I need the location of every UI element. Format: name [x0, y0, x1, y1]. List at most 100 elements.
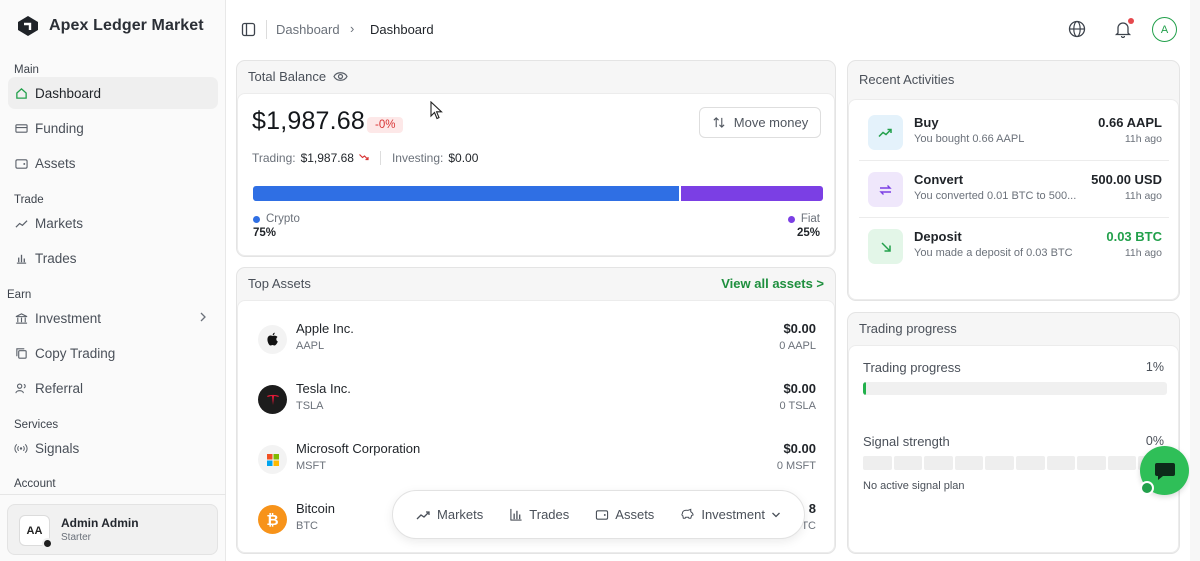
floating-nav-markets[interactable]: Markets — [416, 507, 483, 522]
section-main: Main — [14, 64, 39, 76]
card-header: Total Balance — [248, 69, 348, 84]
chart-icon — [14, 251, 28, 265]
brand-name: Apex Ledger Market — [49, 17, 204, 34]
floating-nav-assets[interactable]: Assets — [595, 507, 654, 522]
asset-value: $0.00 — [783, 321, 816, 336]
legend-dot — [787, 215, 795, 223]
sidebar-item-label: Assets — [35, 155, 76, 171]
trading-progress-label: Trading progress — [863, 360, 961, 375]
balance-body: $1,987.68 -0% Move money Trading: $1,987… — [237, 93, 835, 256]
signal-segment — [1077, 456, 1106, 470]
divider — [859, 160, 1169, 161]
sidebar-item-signals[interactable]: Signals — [8, 432, 218, 464]
sidebar-item-markets[interactable]: Markets — [8, 207, 218, 239]
user-avatar: AA — [19, 515, 53, 549]
allocation-bar — [253, 186, 823, 201]
total-balance-card: Total Balance $1,987.68 -0% Move money T… — [236, 60, 836, 257]
activity-time: 11h ago — [1124, 133, 1162, 145]
signal-segment — [1107, 456, 1137, 470]
sidebar-item-copy-trading[interactable]: Copy Trading — [8, 337, 218, 369]
floating-nav-investment[interactable]: Investment — [680, 507, 781, 522]
balance-breakdown: Trading: $1,987.68 Investing: $0.00 — [252, 151, 478, 165]
user-initials: AA — [26, 524, 43, 537]
legend-crypto-value: 75% — [253, 227, 277, 239]
asset-row[interactable]: Tesla Inc. TSLA $0.00 0 TSLA — [258, 381, 816, 421]
legend-crypto: Crypto 75% — [253, 213, 300, 239]
status-dot-icon — [42, 538, 53, 549]
asset-row[interactable]: Microsoft Corporation MSFT $0.00 0 MSFT — [258, 441, 816, 481]
bell-icon[interactable] — [1112, 18, 1134, 40]
signal-segment — [1046, 456, 1076, 470]
view-all-assets-link[interactable]: View all assets > — [721, 276, 824, 291]
chevron-down-icon — [771, 512, 780, 517]
sidebar-item-assets[interactable]: Assets — [8, 147, 218, 179]
allocation-segment-fiat — [681, 186, 823, 201]
sidebar-item-label: Markets — [35, 215, 84, 231]
breadcrumb-divider — [266, 20, 267, 39]
brand[interactable]: Apex Ledger Market — [17, 15, 204, 37]
legend-fiat-name: Fiat — [800, 213, 820, 225]
piggy-bank-icon — [681, 508, 694, 519]
sidebar-item-label: Referral — [35, 380, 84, 396]
trend-icon — [416, 510, 430, 519]
sidebar-divider — [0, 494, 226, 495]
asset-value: 8 — [808, 501, 816, 516]
chevron-right-icon — [198, 311, 208, 326]
signal-icon — [14, 441, 28, 455]
activity-amount: 500.00 USD — [1091, 172, 1162, 187]
floating-nav-label: Markets — [437, 507, 484, 522]
signal-segment — [985, 456, 1014, 470]
sidebar-item-investment[interactable]: Investment — [8, 302, 218, 334]
convert-icon — [868, 172, 903, 207]
trading-progress-value: 1% — [1145, 360, 1164, 374]
signal-segment — [1015, 456, 1045, 470]
globe-icon[interactable] — [1066, 18, 1088, 40]
breadcrumb-item-root[interactable]: Dashboard — [276, 22, 340, 37]
sidebar-item-label: Copy Trading — [35, 345, 116, 361]
activity-row[interactable]: Buy You bought 0.66 AAPL 0.66 AAPL 11h a… — [868, 113, 1162, 155]
wallet-icon — [596, 510, 609, 520]
sidebar-item-dashboard[interactable]: Dashboard — [8, 77, 218, 109]
change-badge: -0% — [367, 117, 404, 133]
move-money-button[interactable]: Move money — [699, 107, 821, 138]
sidebar-item-funding[interactable]: Funding — [8, 112, 218, 144]
signal-note: No active signal plan — [863, 480, 965, 492]
asset-name: Apple Inc. — [296, 321, 354, 336]
sidebar-item-label: Signals — [35, 440, 80, 456]
total-balance-title: Total Balance — [248, 69, 327, 84]
user-card[interactable]: AA Admin Admin Starter — [7, 504, 218, 555]
balance-amount: $1,987.68 — [252, 107, 366, 135]
chat-icon — [1154, 462, 1175, 480]
activity-time: 11h ago — [1124, 190, 1162, 202]
asset-name: Tesla Inc. — [296, 381, 351, 396]
trading-label: Trading: — [252, 151, 296, 165]
asset-symbol: MSFT — [296, 460, 326, 472]
trend-up-icon — [868, 115, 903, 150]
asset-quantity: 0 AAPL — [779, 340, 816, 352]
signal-strength-bar — [863, 456, 1167, 470]
sidebar-item-referral[interactable]: Referral — [8, 372, 218, 404]
sidebar-item-label: Dashboard — [35, 85, 102, 101]
activity-row[interactable]: Deposit You made a deposit of 0.03 BTC 0… — [868, 227, 1162, 269]
floating-nav-trades[interactable]: Trades — [509, 507, 569, 522]
card-icon — [14, 121, 28, 135]
scrollbar[interactable] — [1190, 0, 1200, 561]
progress-body: Trading progress 1% Signal strength 0% N… — [848, 345, 1179, 553]
divider — [379, 151, 381, 165]
activity-row[interactable]: Convert You converted 0.01 BTC to 500...… — [868, 170, 1162, 212]
asset-value: $0.00 — [783, 381, 816, 396]
activity-amount: 0.03 BTC — [1106, 229, 1162, 244]
sidebar: Apex Ledger Market Main Dashboard Fundin… — [0, 0, 226, 561]
eye-icon[interactable] — [333, 71, 348, 82]
bank-icon — [14, 311, 28, 325]
sidebar-item-trades[interactable]: Trades — [8, 242, 218, 274]
activity-title: Buy — [914, 115, 939, 130]
asset-name: Microsoft Corporation — [296, 441, 421, 456]
avatar[interactable]: A — [1152, 17, 1177, 42]
signal-segment — [863, 456, 892, 470]
tesla-icon — [258, 385, 287, 414]
home-icon — [14, 86, 28, 100]
sidebar-toggle-icon[interactable] — [241, 22, 256, 37]
asset-row[interactable]: Apple Inc. AAPL $0.00 0 AAPL — [258, 321, 816, 361]
activity-description: You converted 0.01 BTC to 500... — [914, 190, 1077, 202]
